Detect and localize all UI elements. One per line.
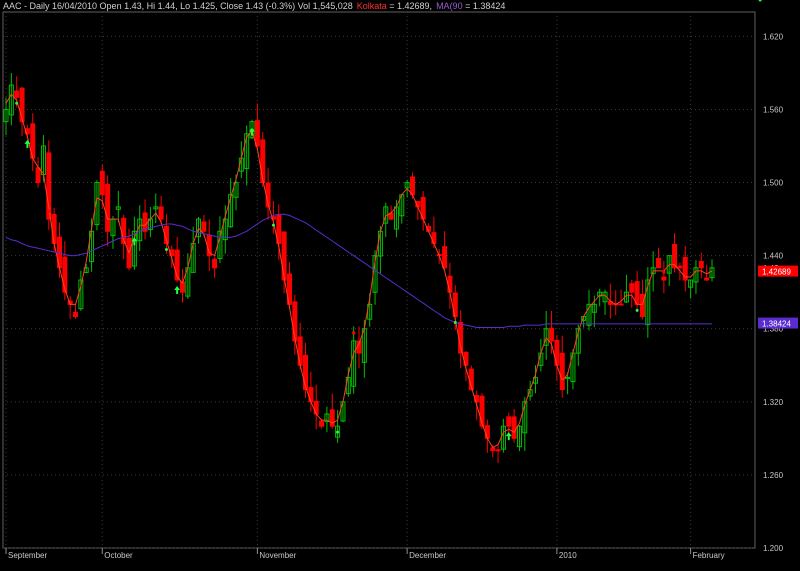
x-tick-label: December	[409, 551, 446, 560]
candle-body	[442, 246, 448, 269]
candle-body	[704, 277, 710, 281]
candle-body	[329, 409, 335, 427]
fast-value-label: 1.42689	[762, 268, 791, 277]
candle-body	[14, 90, 20, 98]
x-tick-label: September	[8, 551, 47, 560]
signal-dot	[336, 430, 340, 434]
candle-body	[297, 336, 303, 366]
candle-body	[677, 265, 683, 269]
buy-arrow-icon	[174, 286, 181, 294]
candle-body	[618, 303, 624, 306]
candle-body	[19, 87, 25, 123]
candle-body	[260, 139, 266, 184]
buy-arrow-icon	[505, 432, 512, 441]
candle-body	[549, 327, 555, 342]
candle-body	[292, 301, 298, 342]
x-tick-label: February	[693, 551, 725, 560]
y-tick-label: 1.320	[763, 398, 784, 407]
sell-marker	[560, 380, 564, 384]
candle-body	[656, 257, 662, 269]
signal-dot	[758, 0, 762, 2]
candle-body	[62, 256, 68, 293]
signal-dot	[271, 223, 275, 227]
candle-body	[73, 311, 79, 318]
candle-body	[629, 283, 635, 293]
candle-body	[495, 449, 501, 452]
y-tick-label: 1.560	[763, 105, 784, 114]
x-tick-label: November	[259, 551, 296, 560]
y-tick-label: 1.440	[763, 252, 784, 261]
signal-dot	[453, 321, 457, 325]
candle-body	[254, 120, 260, 147]
candle-body	[99, 170, 105, 196]
signal-dot	[164, 247, 168, 251]
signal-dot	[15, 101, 19, 105]
candle-body	[511, 416, 517, 439]
chart-window: AAC - Daily 16/04/2010 Open 1.43, Hi 1.4…	[0, 0, 800, 571]
candle-body	[313, 400, 319, 415]
candle-body	[559, 352, 565, 391]
y-tick-label: 1.200	[763, 544, 784, 553]
candle-body	[506, 416, 512, 427]
price-chart[interactable]: 1.2001.2601.3201.3801.4401.5001.5601.620…	[0, 0, 800, 571]
slow-ma-line	[5, 213, 712, 328]
sell-marker	[352, 331, 356, 335]
candle-body	[431, 232, 437, 244]
candle-body	[409, 176, 415, 196]
y-tick-label: 1.620	[763, 32, 784, 41]
candle-body	[212, 258, 218, 269]
x-tick-label: 2010	[559, 551, 577, 560]
sell-marker	[309, 392, 313, 396]
sell-marker	[47, 209, 51, 213]
fast-line	[5, 93, 713, 449]
candle-body	[201, 221, 207, 232]
candle-body	[303, 354, 309, 391]
signal-dot	[635, 308, 639, 312]
y-tick-label: 1.500	[763, 179, 784, 188]
x-tick-label: October	[104, 551, 133, 560]
sell-marker	[421, 209, 425, 213]
candle-body	[158, 206, 164, 220]
y-tick-label: 1.260	[763, 471, 784, 480]
candle-body	[634, 281, 640, 305]
candle-body	[105, 183, 111, 232]
candle-body	[319, 420, 325, 427]
candle-body	[490, 447, 496, 452]
candle-body	[281, 231, 287, 281]
slow-value-label: 1.38424	[762, 320, 791, 329]
candle-body	[447, 275, 453, 293]
candle-body	[639, 293, 645, 318]
candle-body	[51, 213, 57, 244]
candle-body	[698, 261, 704, 269]
candle-body	[484, 425, 490, 439]
sell-marker	[662, 270, 666, 274]
candle-body	[35, 167, 41, 184]
candle-body	[661, 276, 667, 281]
